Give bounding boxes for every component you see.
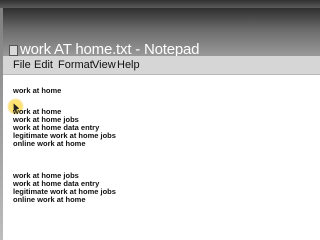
menu-edit[interactable]: Edit <box>34 56 53 74</box>
text-editor[interactable]: work at home work at home work at home j… <box>3 75 320 240</box>
text-line: online work at home <box>13 139 86 148</box>
screen-top-edge <box>0 0 320 8</box>
screen: work AT home.txt - Notepad File Edit For… <box>0 0 320 240</box>
text-line: work at home <box>13 86 62 95</box>
text-line: online work at home <box>13 195 86 204</box>
menu-format[interactable]: Format <box>58 56 93 74</box>
notepad-icon[interactable] <box>9 45 18 56</box>
title-bar[interactable]: work AT home.txt - Notepad <box>3 8 320 58</box>
notepad-window: work AT home.txt - Notepad File Edit For… <box>3 8 320 240</box>
menu-view[interactable]: View <box>92 56 116 74</box>
menu-bar: File Edit Format View Help <box>3 56 320 75</box>
menu-help[interactable]: Help <box>117 56 140 74</box>
menu-file[interactable]: File <box>13 56 31 74</box>
